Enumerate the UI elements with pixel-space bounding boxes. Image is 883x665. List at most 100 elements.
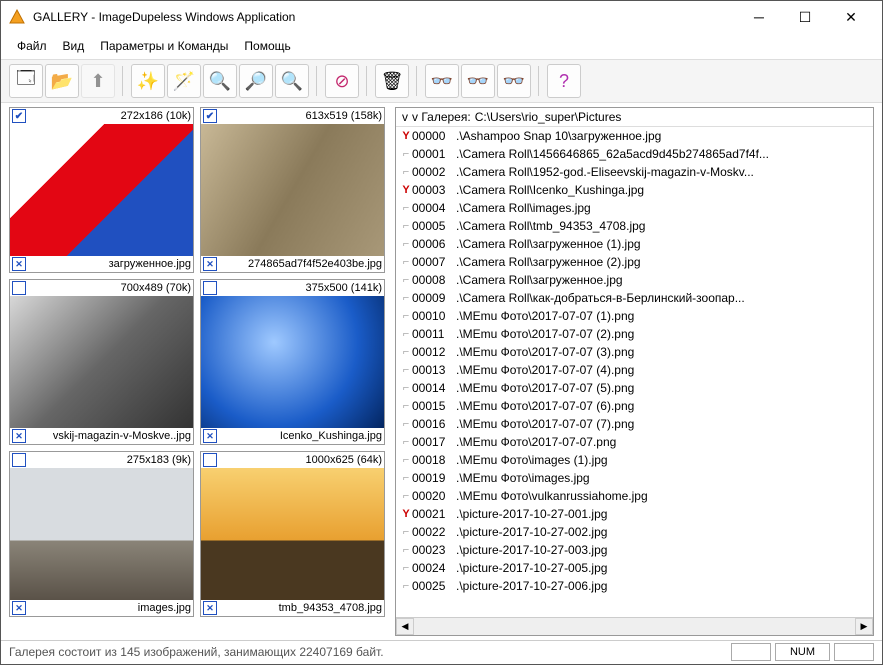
minimize-button[interactable]: ─ [736,2,782,32]
flag-icon: ⌐ [400,400,412,412]
list-item[interactable]: ⌐ 00018 .\MEmu Фото\images (1).jpg [396,451,873,469]
list-item[interactable]: ⌐ 00002 .\Camera Roll\1952-god.-Eliseevs… [396,163,873,181]
thumbnail[interactable]: ✔ 272x186 (10k) ✕ загруженное.jpg [9,107,194,273]
scroll-right-icon[interactable]: ▶ [855,618,873,635]
menu-params[interactable]: Параметры и Команды [92,35,236,57]
thumb-image[interactable] [10,124,193,256]
scroll-track[interactable] [414,618,855,635]
thumbnail[interactable]: 275x183 (9k) ✕ images.jpg [9,451,194,617]
list-item[interactable]: ⌐ 00006 .\Camera Roll\загруженное (1).jp… [396,235,873,253]
zoom-icon[interactable]: 🔍 [203,64,237,98]
flag-icon: ⌐ [400,238,412,250]
thumbnail[interactable]: ✔ 613x519 (158k) ✕ 274865ad7f4f52e403be.… [200,107,385,273]
list-item[interactable]: ⌐ 00011 .\MEmu Фото\2017-07-07 (2).png [396,325,873,343]
glasses1-icon[interactable]: 👓 [425,64,459,98]
thumb-check-icon[interactable] [203,453,217,467]
list-item[interactable]: ⌐ 00015 .\MEmu Фото\2017-07-07 (6).png [396,397,873,415]
file-list[interactable]: Y 00000 .\Ashampoo Snap 10\загруженное.j… [396,127,873,617]
thumb-dimensions: 700x489 (70k) [29,282,191,294]
thumbnail[interactable]: 375x500 (141k) ✕ Icenko_Kushinga.jpg [200,279,385,445]
list-item-path: .\MEmu Фото\2017-07-07 (4).png [456,363,869,377]
thumb-image[interactable] [201,124,384,256]
list-item[interactable]: Y 00003 .\Camera Roll\Icenko_Kushinga.jp… [396,181,873,199]
list-item-path: .\MEmu Фото\2017-07-07 (7).png [456,417,869,431]
cancel-icon[interactable]: ⊘ [325,64,359,98]
list-item[interactable]: ⌐ 00005 .\Camera Roll\tmb_94353_4708.jpg [396,217,873,235]
file-list-panel: v v Галерея: C:\Users\rio_super\Pictures… [395,107,874,636]
list-item[interactable]: Y 00021 .\picture-2017-10-27-001.jpg [396,505,873,523]
list-item[interactable]: ⌐ 00007 .\Camera Roll\загруженное (2).jp… [396,253,873,271]
list-item[interactable]: ⌐ 00023 .\picture-2017-10-27-003.jpg [396,541,873,559]
list-item-index: 00007 [412,255,456,269]
menu-file[interactable]: Файл [9,35,55,57]
list-item-path: .\Camera Roll\images.jpg [456,201,869,215]
maximize-button[interactable]: ☐ [782,2,828,32]
list-item[interactable]: ⌐ 00012 .\MEmu Фото\2017-07-07 (3).png [396,343,873,361]
thumb-check-icon[interactable] [12,281,26,295]
list-item[interactable]: ⌐ 00001 .\Camera Roll\1456646865_62a5acd… [396,145,873,163]
list-item[interactable]: ⌐ 00014 .\MEmu Фото\2017-07-07 (5).png [396,379,873,397]
list-item-index: 00004 [412,201,456,215]
thumb-image[interactable] [10,468,193,600]
list-item[interactable]: ⌐ 00016 .\MEmu Фото\2017-07-07 (7).png [396,415,873,433]
wand-icon[interactable]: ✨ [131,64,165,98]
thumb-check-icon[interactable]: ✔ [12,109,26,123]
thumbnail[interactable]: 1000x625 (64k) ✕ tmb_94353_4708.jpg [200,451,385,617]
grid-icon[interactable]: 🗔 [9,64,43,98]
folder-open-icon[interactable]: 📂 [45,64,79,98]
list-item[interactable]: ⌐ 00008 .\Camera Roll\загруженное.jpg [396,271,873,289]
menu-view[interactable]: Вид [55,35,93,57]
menu-help[interactable]: Помощь [236,35,298,57]
list-item[interactable]: ⌐ 00019 .\MEmu Фото\images.jpg [396,469,873,487]
thumb-delete-icon[interactable]: ✕ [12,429,26,443]
list-item[interactable]: ⌐ 00013 .\MEmu Фото\2017-07-07 (4).png [396,361,873,379]
flag-icon: Y [400,508,412,520]
glasses3-icon[interactable]: 👓 [497,64,531,98]
list-item[interactable]: ⌐ 00022 .\picture-2017-10-27-002.jpg [396,523,873,541]
list-item[interactable]: ⌐ 00009 .\Camera Roll\как-добраться-в-Бе… [396,289,873,307]
horizontal-scrollbar[interactable]: ◀ ▶ [396,617,873,635]
thumb-delete-icon[interactable]: ✕ [203,257,217,271]
list-item-index: 00008 [412,273,456,287]
list-item[interactable]: ⌐ 00025 .\picture-2017-10-27-006.jpg [396,577,873,595]
trash-icon[interactable]: 🗑 [375,64,409,98]
help-icon[interactable]: ? [547,64,581,98]
thumb-check-icon[interactable]: ✔ [203,109,217,123]
zoom-pair-icon[interactable]: 🔎 [239,64,273,98]
status-bar: Галерея состоит из 145 изображений, зани… [1,640,882,662]
thumbnail[interactable]: 700x489 (70k) ✕ vskij-magazin-v-Moskve..… [9,279,194,445]
list-item[interactable]: ⌐ 00004 .\Camera Roll\images.jpg [396,199,873,217]
zoom-sort-icon[interactable]: 🔍 [275,64,309,98]
thumb-filename: 274865ad7f4f52e403be.jpg [220,258,382,270]
close-button[interactable]: ✕ [828,2,874,32]
list-item-path: .\Camera Roll\загруженное.jpg [456,273,869,287]
list-item[interactable]: ⌐ 00010 .\MEmu Фото\2017-07-07 (1).png [396,307,873,325]
thumb-image[interactable] [10,296,193,428]
list-item-index: 00018 [412,453,456,467]
thumb-delete-icon[interactable]: ✕ [203,601,217,615]
flag-icon: ⌐ [400,418,412,430]
thumb-delete-icon[interactable]: ✕ [12,601,26,615]
thumb-check-icon[interactable] [12,453,26,467]
list-item[interactable]: ⌐ 00017 .\MEmu Фото\2017-07-07.png [396,433,873,451]
flag-icon: ⌐ [400,580,412,592]
thumb-header: 375x500 (141k) [201,280,384,296]
list-item[interactable]: ⌐ 00024 .\picture-2017-10-27-005.jpg [396,559,873,577]
scroll-left-icon[interactable]: ◀ [396,618,414,635]
wand-sort-icon[interactable]: 🪄 [167,64,201,98]
thumb-footer: ✕ vskij-magazin-v-Moskve..jpg [10,428,193,444]
list-item-index: 00022 [412,525,456,539]
thumb-image[interactable] [201,468,384,600]
list-item[interactable]: ⌐ 00020 .\MEmu Фото\vulkanrussiahome.jpg [396,487,873,505]
list-item-index: 00017 [412,435,456,449]
list-header[interactable]: v v Галерея: C:\Users\rio_super\Pictures [396,108,873,127]
thumb-delete-icon[interactable]: ✕ [12,257,26,271]
thumb-delete-icon[interactable]: ✕ [203,429,217,443]
list-item-index: 00012 [412,345,456,359]
list-item[interactable]: Y 00000 .\Ashampoo Snap 10\загруженное.j… [396,127,873,145]
glasses2-icon[interactable]: 👓 [461,64,495,98]
collapse-icon[interactable]: v [402,110,408,124]
thumb-check-icon[interactable] [203,281,217,295]
thumb-image[interactable] [201,296,384,428]
list-item-index: 00025 [412,579,456,593]
